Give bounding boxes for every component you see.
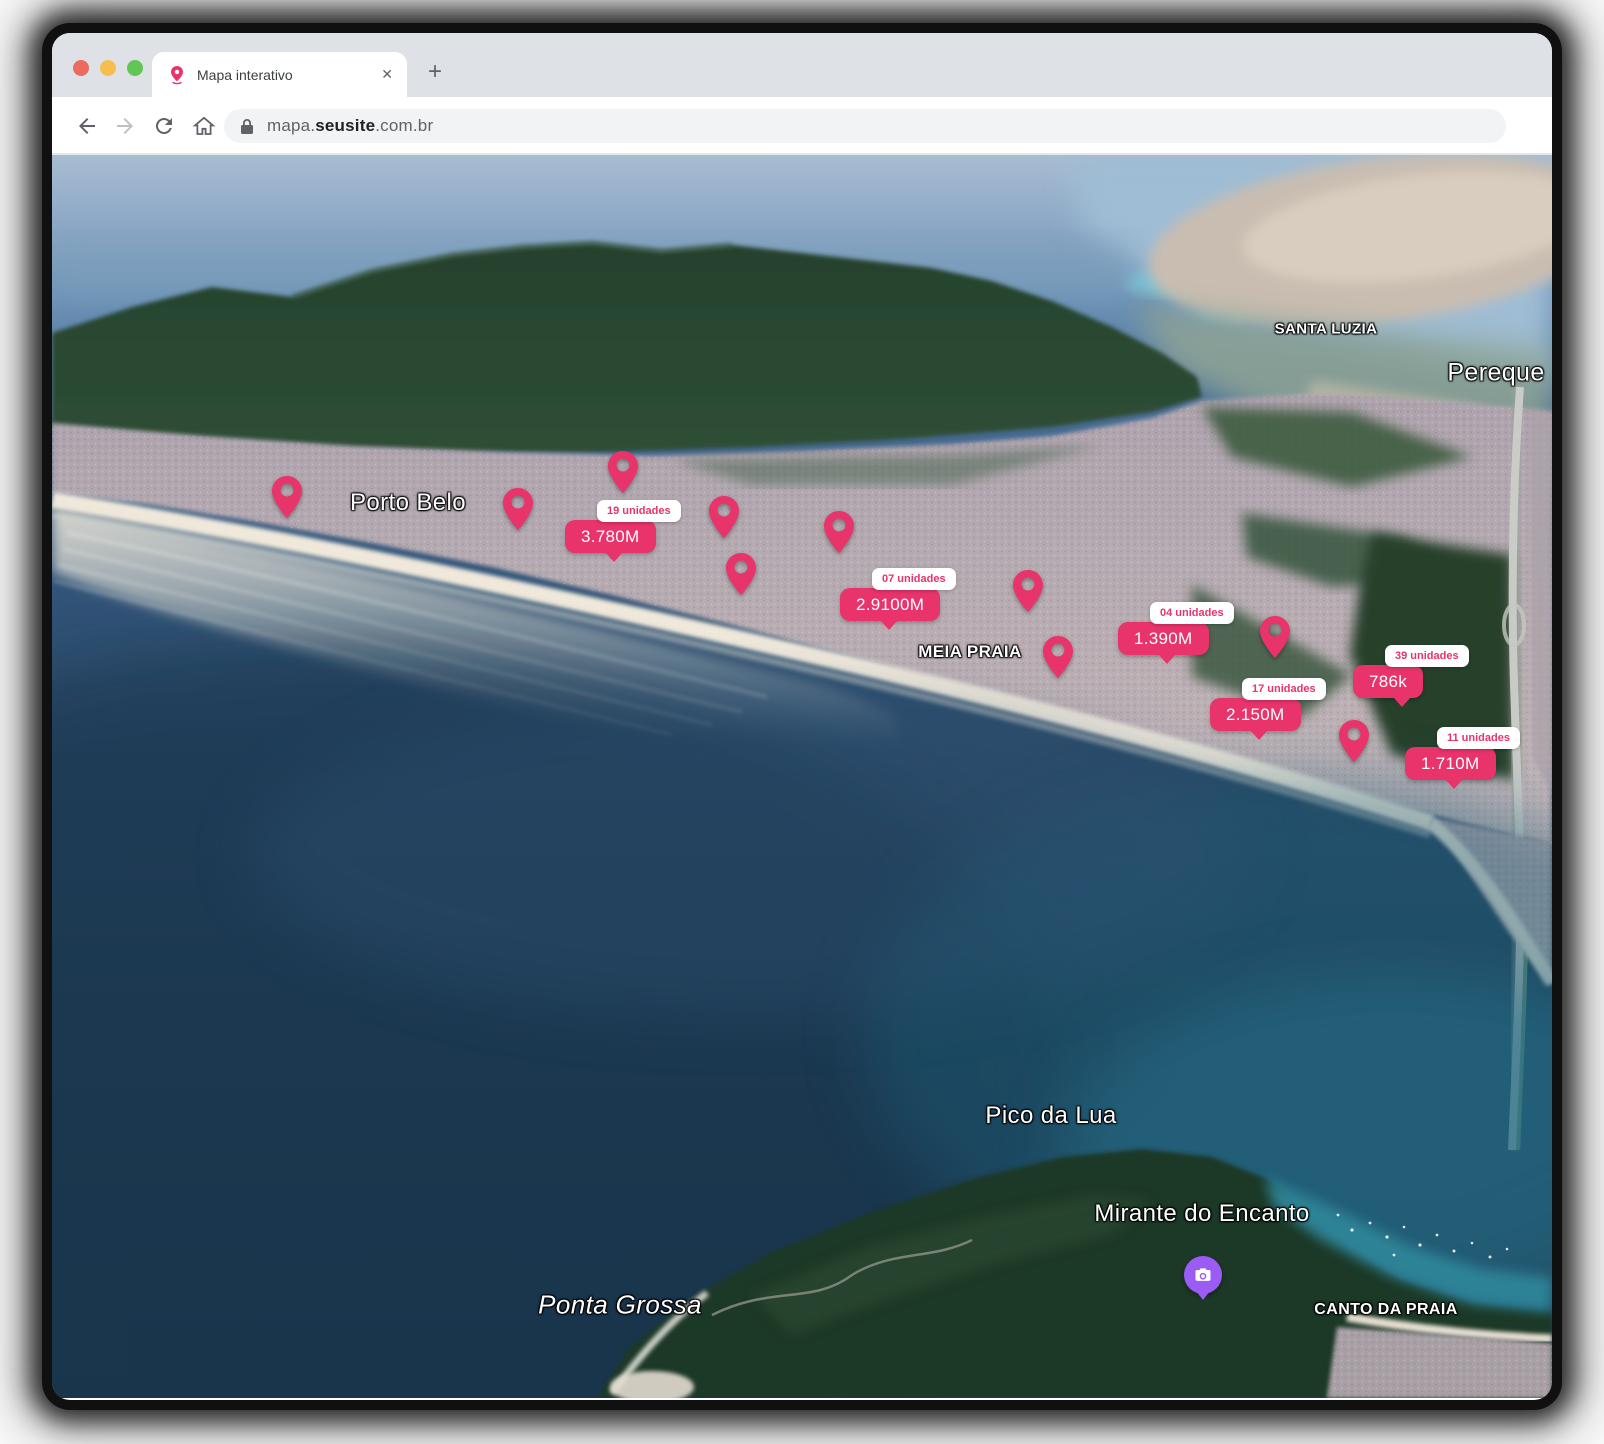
traffic-light-close-window[interactable] <box>73 60 89 76</box>
price-badge-tail <box>1445 779 1463 798</box>
price-badge-tail <box>1250 730 1268 749</box>
units-badge: 17 unidades <box>1242 678 1326 700</box>
price-badge: 786k <box>1353 665 1423 698</box>
url-domain: seusite <box>315 116 375 135</box>
units-badge: 19 unidades <box>597 500 681 522</box>
url-suffix: .com.br <box>375 116 433 135</box>
price-badge: 1.390M <box>1118 622 1209 655</box>
price-badge-tail <box>880 620 898 639</box>
new-tab-button[interactable]: + <box>418 55 452 89</box>
map-pin[interactable] <box>1260 616 1290 658</box>
lock-icon <box>240 118 254 135</box>
price-marker[interactable]: 1.710M11 unidades <box>1405 747 1496 780</box>
map-place-label: MEIA PRAIA <box>918 642 1022 662</box>
map-place-label: Ponta Grossa <box>538 1290 702 1321</box>
camera-icon <box>1193 1265 1213 1285</box>
price-marker[interactable]: 3.780M19 unidades <box>565 520 656 553</box>
map-viewport[interactable]: Porto Belo SANTA LUZIA Pereque MEIA PRAIA Pi… <box>52 155 1552 1398</box>
url-bar[interactable]: mapa.seusite.com.br <box>224 109 1506 143</box>
back-icon[interactable] <box>75 114 99 138</box>
url-prefix: mapa. <box>267 116 315 135</box>
price-marker[interactable]: 1.390M04 unidades <box>1118 622 1209 655</box>
map-place-label: Pico da Lua <box>985 1102 1116 1130</box>
tab-close-icon[interactable]: ✕ <box>381 66 393 83</box>
price-badge: 3.780M <box>565 520 656 553</box>
units-badge: 11 unidades <box>1437 727 1520 749</box>
map-pin[interactable] <box>608 451 638 493</box>
price-marker[interactable]: 2.9100M07 unidades <box>840 588 940 621</box>
map-pin[interactable] <box>1339 720 1369 762</box>
forward-icon[interactable] <box>113 114 137 138</box>
map-pin-favicon <box>167 65 187 85</box>
map-overlay: Porto Belo SANTA LUZIA Pereque MEIA PRAIA Pi… <box>52 155 1552 1398</box>
price-marker[interactable]: 2.150M17 unidades <box>1210 698 1301 731</box>
map-pin[interactable] <box>503 488 533 530</box>
price-badge-tail <box>1158 654 1176 673</box>
map-pin[interactable] <box>1013 570 1043 612</box>
price-marker[interactable]: 786k39 unidades <box>1353 665 1423 698</box>
browser-toolbar: mapa.seusite.com.br <box>52 97 1552 155</box>
map-place-label: Mirante do Encanto <box>1094 1200 1309 1228</box>
price-badge: 2.150M <box>1210 698 1301 731</box>
tab-strip: Mapa interativo ✕ + <box>52 33 1552 97</box>
map-place-label: CANTO DA PRAIA <box>1314 1301 1457 1319</box>
traffic-light-zoom-window[interactable] <box>127 60 143 76</box>
map-place-label: SANTA LUZIA <box>1275 321 1378 338</box>
units-badge: 04 unidades <box>1150 602 1234 624</box>
price-badge-tail <box>605 552 623 571</box>
map-pin[interactable] <box>726 553 756 595</box>
tab-mapa-interativo[interactable]: Mapa interativo ✕ <box>152 52 407 97</box>
photo-spot-marker[interactable] <box>1184 1256 1222 1294</box>
home-icon[interactable] <box>192 114 216 138</box>
map-pin[interactable] <box>272 476 302 518</box>
price-badge-tail <box>1393 697 1411 716</box>
browser-window: Mapa interativo ✕ + mapa.seusite.com.br <box>52 33 1552 1400</box>
units-badge: 07 unidades <box>872 568 956 590</box>
reload-icon[interactable] <box>152 114 176 138</box>
units-badge: 39 unidades <box>1385 645 1469 667</box>
map-pin[interactable] <box>709 496 739 538</box>
map-place-label: Pereque <box>1447 359 1544 388</box>
price-badge: 1.710M <box>1405 747 1496 780</box>
map-pin[interactable] <box>1043 636 1073 678</box>
url-text: mapa.seusite.com.br <box>267 116 433 136</box>
tab-title: Mapa interativo <box>197 67 373 83</box>
map-pin[interactable] <box>824 511 854 553</box>
map-place-label: Porto Belo <box>350 489 466 517</box>
price-badge: 2.9100M <box>840 588 940 621</box>
traffic-light-minimize-window[interactable] <box>100 60 116 76</box>
